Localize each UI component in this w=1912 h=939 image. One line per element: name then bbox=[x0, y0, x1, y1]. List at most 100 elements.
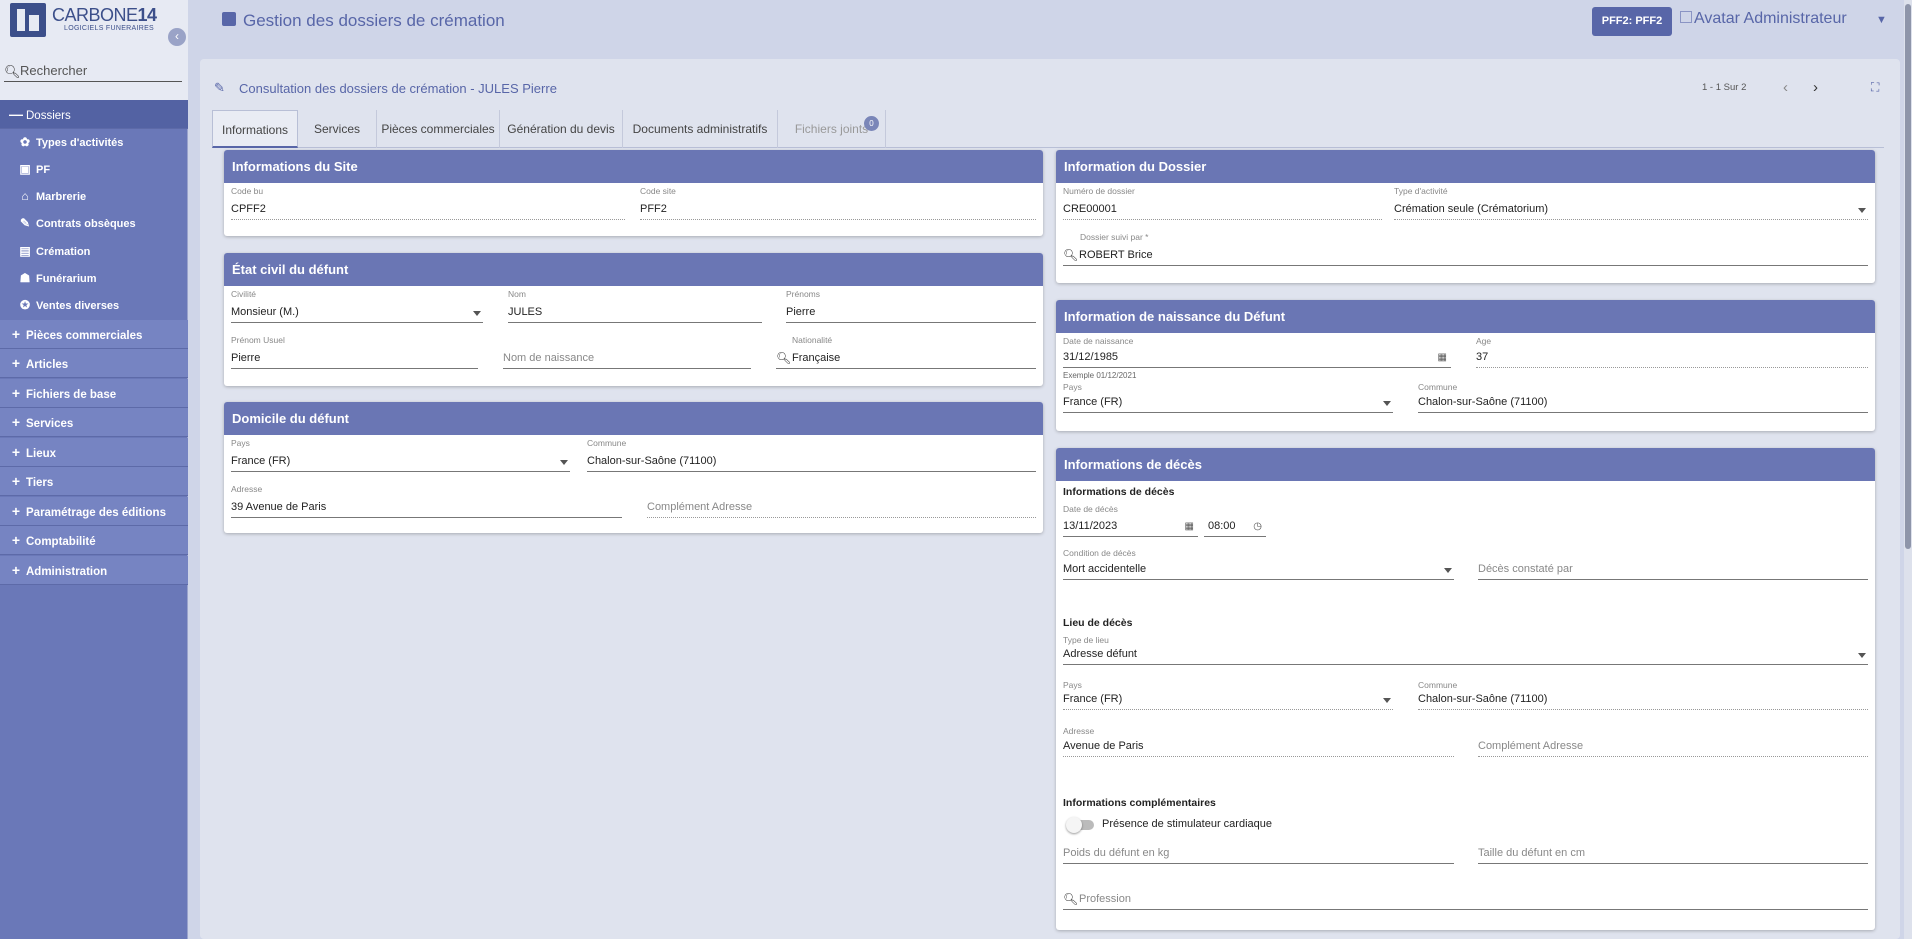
tab-bar: Informations Services Pièces commerciale… bbox=[212, 110, 1884, 148]
search-icon: 🔍︎ bbox=[1063, 248, 1079, 262]
expand-icon: + bbox=[11, 473, 21, 489]
code-site-field[interactable]: Code site PFF2 bbox=[640, 186, 1036, 220]
expand-icon: + bbox=[11, 326, 21, 342]
caret-down-icon bbox=[1858, 208, 1866, 213]
card-title: État civil du défunt bbox=[224, 253, 1043, 286]
section-title: Informations complémentaires bbox=[1063, 797, 1216, 809]
stimulateur-label: Présence de stimulateur cardiaque bbox=[1102, 818, 1272, 830]
condition-deces-select[interactable]: Condition de décès Mort accidentelle bbox=[1063, 548, 1454, 580]
pager-count: 1 - 1 Sur 2 bbox=[1702, 82, 1747, 93]
numero-dossier-field[interactable]: Numéro de dossier CRE00001 bbox=[1063, 186, 1382, 220]
deces-pays-select[interactable]: Pays France (FR) bbox=[1063, 680, 1393, 710]
fullscreen-exit-icon: ⛶ bbox=[1871, 80, 1880, 94]
contract-icon: ✎ bbox=[19, 216, 31, 230]
date-deces-field[interactable]: Date de décès 13/11/2023 ▦ bbox=[1063, 504, 1198, 537]
caret-down-icon bbox=[560, 460, 568, 465]
stimulateur-toggle[interactable] bbox=[1066, 817, 1094, 833]
caret-down-icon bbox=[473, 311, 481, 316]
sidebar: CARBONE14 LOGICIELS FUNERAIRES ‹ 🔍︎ —Dos… bbox=[0, 0, 188, 939]
domicile-commune-field[interactable]: Commune Chalon-sur-Saône (71100) bbox=[587, 438, 1036, 472]
type-activite-select[interactable]: Type d'activité Crémation seule (Crémator… bbox=[1394, 186, 1868, 220]
monument-icon: ⌂ bbox=[21, 189, 29, 203]
chevron-left-icon: ‹ bbox=[1783, 79, 1788, 96]
site-info-card: Informations du Site Code bu CPFF2 Code s… bbox=[224, 150, 1043, 236]
sidebar-item-administration[interactable]: + Administration bbox=[0, 556, 188, 585]
heure-deces-field[interactable]: 08:00 ◷ bbox=[1204, 504, 1266, 537]
sidebar-item-parametrage-editions[interactable]: + Paramétrage des éditions bbox=[0, 497, 188, 526]
civilite-select[interactable]: Civilité Monsieur (M.) bbox=[231, 289, 483, 323]
deces-adresse-field[interactable]: Adresse Avenue de Paris bbox=[1063, 726, 1454, 757]
sidebar-item-dossiers[interactable]: — Dossiers bbox=[0, 100, 188, 129]
brand-mark-icon bbox=[10, 3, 46, 37]
previous-record-button[interactable]: ‹ bbox=[1783, 79, 1788, 96]
next-record-button[interactable]: › bbox=[1813, 79, 1818, 96]
caret-down-icon[interactable]: ▼ bbox=[1876, 14, 1887, 26]
prenom-usuel-field[interactable]: Prénom Usuel Pierre bbox=[231, 335, 478, 369]
code-bu-field[interactable]: Code bu CPFF2 bbox=[231, 186, 625, 220]
fullscreen-button[interactable]: ⛶ bbox=[1871, 80, 1879, 95]
palette-icon: ✿ bbox=[19, 135, 31, 149]
sidebar-item-comptabilite[interactable]: + Comptabilité bbox=[0, 526, 188, 555]
caret-down-icon bbox=[1858, 653, 1866, 658]
age-field[interactable]: Age 37 bbox=[1476, 336, 1868, 368]
poids-field[interactable]: Poids du défunt en kg bbox=[1063, 836, 1454, 864]
chevron-right-icon: › bbox=[1813, 79, 1818, 96]
sidebar-item-lieux[interactable]: + Lieux bbox=[0, 438, 188, 467]
site-selector-button[interactable]: PFF2: PFF2 bbox=[1592, 7, 1672, 36]
sidebar-item-pieces-commerciales[interactable]: + Pièces commerciales bbox=[0, 320, 188, 349]
sidebar-item-contrats-obseques[interactable]: ✎ Contrats obsèques bbox=[0, 210, 188, 237]
caret-down-icon bbox=[1444, 568, 1452, 573]
sidebar-search: 🔍︎ bbox=[4, 60, 182, 82]
deces-commune-field[interactable]: Commune Chalon-sur-Saône (71100) bbox=[1418, 680, 1868, 710]
tab-pieces-commerciales[interactable]: Pièces commerciales bbox=[377, 110, 500, 148]
tab-informations[interactable]: Informations bbox=[212, 110, 298, 148]
tab-services[interactable]: Services bbox=[298, 110, 377, 148]
sidebar-item-types-activites[interactable]: ✿ Types d'activités bbox=[0, 129, 188, 156]
profession-field[interactable]: 🔍︎ Profession bbox=[1063, 880, 1868, 910]
calendar-icon: ▦ bbox=[1437, 352, 1447, 363]
nom-naissance-field[interactable]: Nom de naissance bbox=[503, 335, 751, 369]
sidebar-item-pf[interactable]: ▣ PF bbox=[0, 156, 188, 183]
brand-tagline: LOGICIELS FUNERAIRES bbox=[64, 25, 155, 32]
card-title: Information de naissance du Défunt bbox=[1056, 300, 1875, 333]
death-info-card: Informations de décès Informations de dé… bbox=[1056, 448, 1875, 930]
dossier-suivi-par-field[interactable]: Dossier suivi par * 🔍︎ ROBERT Brice bbox=[1063, 232, 1868, 266]
naissance-commune-field[interactable]: Commune Chalon-sur-Saône (71100) bbox=[1418, 382, 1868, 413]
sidebar-collapse-button[interactable]: ‹ bbox=[168, 28, 186, 46]
deces-complement-field[interactable]: Complément Adresse bbox=[1478, 726, 1868, 757]
domicile-adresse-field[interactable]: Adresse 39 Avenue de Paris bbox=[231, 484, 622, 518]
expand-icon: + bbox=[11, 355, 21, 371]
scrollbar-thumb[interactable] bbox=[1905, 4, 1911, 549]
sidebar-item-articles[interactable]: + Articles bbox=[0, 349, 188, 378]
sidebar-item-marbrerie[interactable]: ⌂ Marbrerie bbox=[0, 183, 188, 210]
sidebar-item-cremation[interactable]: ▤ Crémation bbox=[0, 238, 188, 265]
domicile-pays-select[interactable]: Pays France (FR) bbox=[231, 438, 570, 472]
prenoms-field[interactable]: Prénoms Pierre bbox=[786, 289, 1036, 323]
naissance-pays-select[interactable]: Pays France (FR) bbox=[1063, 382, 1393, 413]
expand-icon: + bbox=[11, 532, 21, 548]
search-input[interactable] bbox=[20, 61, 180, 79]
nationalite-field[interactable]: Nationalité 🔍︎ Française bbox=[776, 335, 1036, 369]
sidebar-item-services[interactable]: + Services bbox=[0, 408, 188, 437]
taille-field[interactable]: Taille du défunt en cm bbox=[1478, 836, 1868, 864]
sidebar-item-ventes-diverses[interactable]: ✪ Ventes diverses bbox=[0, 292, 188, 319]
tab-generation-devis[interactable]: Génération du devis bbox=[500, 110, 623, 148]
sidebar-item-fichiers-de-base[interactable]: + Fichiers de base bbox=[0, 379, 188, 408]
birth-info-card: Information de naissance du Défunt Date … bbox=[1056, 300, 1875, 431]
nom-field[interactable]: Nom JULES bbox=[508, 289, 762, 323]
sidebar-item-tiers[interactable]: + Tiers bbox=[0, 467, 188, 496]
domicile-card: Domicile du défunt Pays France (FR) Commu… bbox=[224, 402, 1043, 533]
user-menu[interactable]: Avatar Administrateur bbox=[1680, 10, 1847, 28]
type-lieu-select[interactable]: Type de lieu Adresse défunt bbox=[1063, 635, 1868, 665]
avatar-alt-text: Avatar bbox=[1694, 10, 1740, 27]
logo-area: CARBONE14 LOGICIELS FUNERAIRES ‹ 🔍︎ bbox=[0, 0, 188, 100]
user-name: Administrateur bbox=[1743, 10, 1847, 27]
domicile-complement-field[interactable]: Complément Adresse bbox=[647, 484, 1036, 518]
expand-icon: + bbox=[11, 503, 21, 519]
brand-logo[interactable]: CARBONE14 LOGICIELS FUNERAIRES bbox=[10, 3, 160, 37]
archive-icon bbox=[222, 12, 236, 26]
sidebar-item-funerarium[interactable]: ☗ Funérarium bbox=[0, 265, 188, 292]
tab-documents-administratifs[interactable]: Documents administratifs bbox=[623, 110, 778, 148]
deces-constate-par-field[interactable]: Décès constaté par bbox=[1478, 548, 1868, 580]
date-naissance-field[interactable]: Date de naissance 31/12/1985 ▦ bbox=[1063, 336, 1451, 368]
